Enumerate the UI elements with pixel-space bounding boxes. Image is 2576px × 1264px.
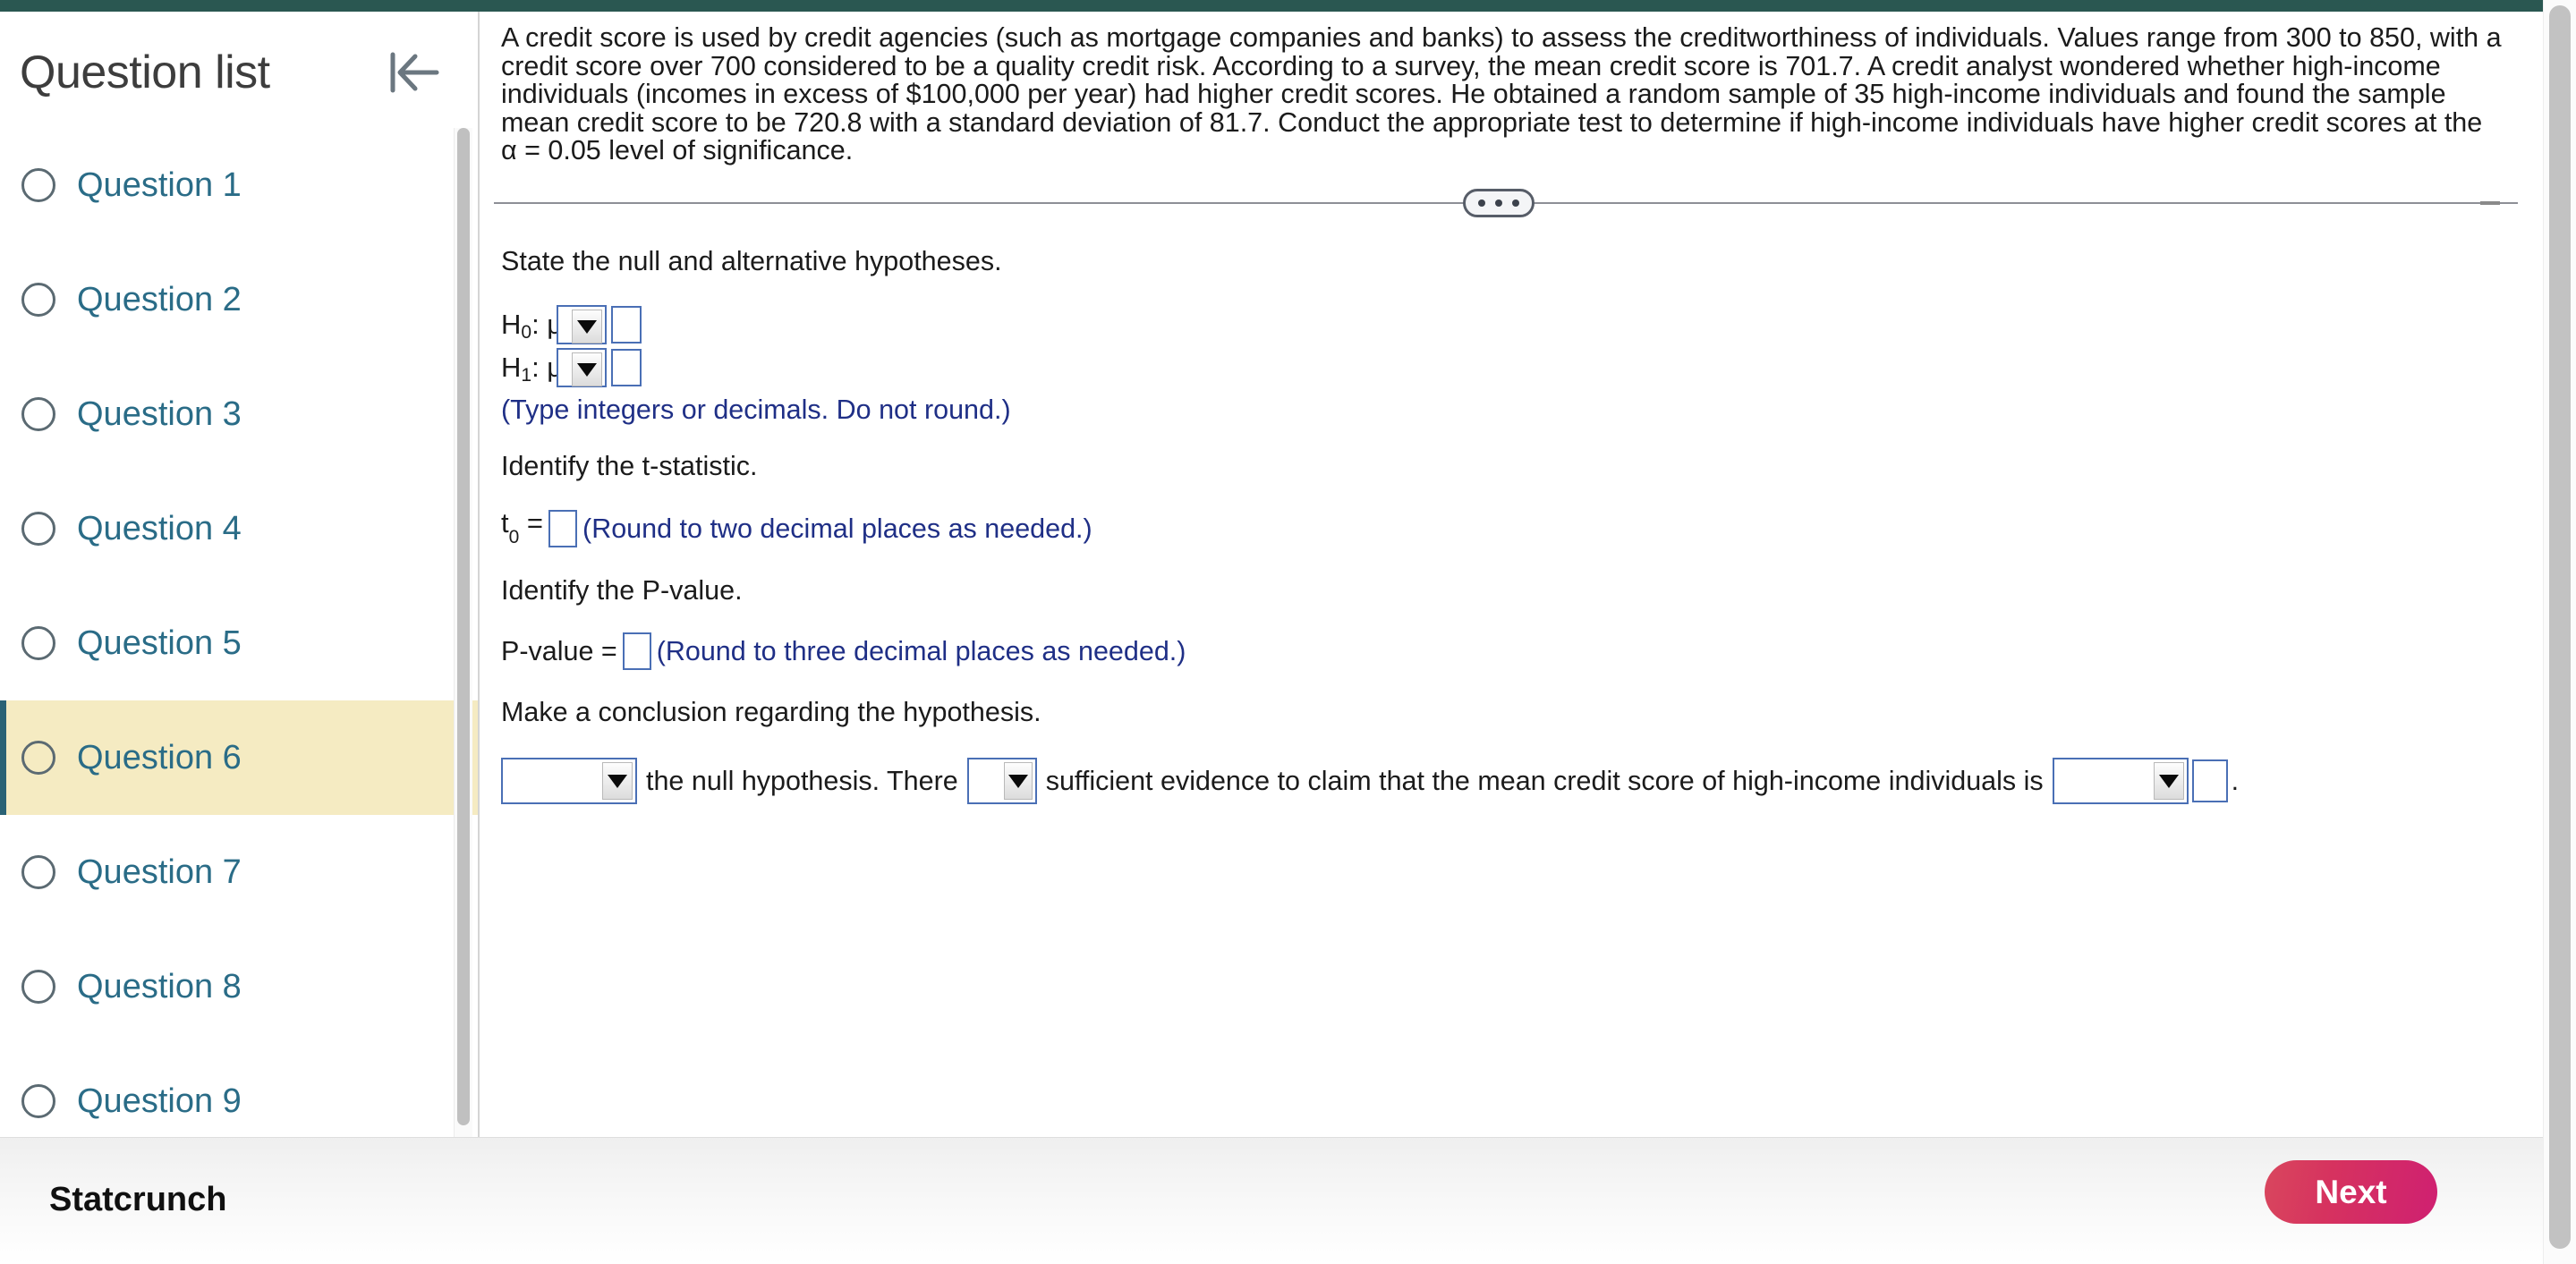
sidebar-item-question-5[interactable]: Question 5 bbox=[0, 586, 478, 700]
question-radio[interactable] bbox=[21, 1084, 55, 1118]
sidebar-item-label: Question 9 bbox=[77, 1082, 242, 1120]
t-statistic-input[interactable] bbox=[548, 509, 578, 547]
question-radio[interactable] bbox=[21, 855, 55, 889]
chevron-down-icon[interactable] bbox=[572, 310, 602, 344]
sidebar-item-label: Question 1 bbox=[77, 165, 242, 204]
handle-dot bbox=[1512, 199, 1519, 207]
hypothesis-inputs-block: H0: μ H1: μ bbox=[501, 303, 2514, 389]
sidebar-item-question-4[interactable]: Question 4 bbox=[0, 471, 478, 586]
conclusion-decision-select[interactable] bbox=[501, 758, 637, 805]
sidebar-item-label: Question 5 bbox=[77, 624, 242, 662]
sidebar-item-question-9[interactable]: Question 9 bbox=[0, 1044, 478, 1137]
h0-operator-select[interactable] bbox=[557, 305, 607, 344]
sidebar-item-label: Question 4 bbox=[77, 509, 242, 547]
collapse-left-icon[interactable] bbox=[385, 46, 444, 99]
page-title: Question list bbox=[20, 47, 270, 98]
t-statistic-note: (Round to two decimal places as needed.) bbox=[582, 513, 1092, 544]
sidebar-header: Question list bbox=[0, 12, 478, 128]
question-list-sidebar: Question list Question 1 Question 2 Ques… bbox=[0, 12, 480, 1137]
t-statistic-row: t0 = (Round to two decimal places as nee… bbox=[501, 508, 2514, 548]
conclusion-evidence-select[interactable] bbox=[966, 758, 1037, 805]
next-button[interactable]: Next bbox=[2265, 1160, 2437, 1224]
sidebar-item-label: Question 7 bbox=[77, 853, 242, 891]
content-scroll-marker bbox=[2480, 201, 2500, 205]
p-value-input[interactable] bbox=[622, 632, 651, 671]
t-statistic-label: t0 = bbox=[501, 507, 544, 548]
question-radio[interactable] bbox=[21, 741, 55, 775]
question-content-panel: A credit score is used by credit agencie… bbox=[481, 12, 2539, 1137]
page-scrollbar[interactable] bbox=[2543, 0, 2576, 1264]
question-radio[interactable] bbox=[21, 168, 55, 202]
question-list-scroll-area[interactable]: Question 1 Question 2 Question 3 Questio… bbox=[0, 128, 478, 1137]
h1-value-input[interactable] bbox=[611, 349, 642, 386]
sidebar-item-question-2[interactable]: Question 2 bbox=[0, 242, 478, 357]
bottom-toolbar: Statcrunch Next bbox=[0, 1137, 2576, 1264]
hypothesis-row-h0: H0: μ bbox=[501, 303, 2514, 346]
prompt-p-value: Identify the P-value. bbox=[501, 575, 743, 607]
prompt-t-statistic: Identify the t-statistic. bbox=[501, 451, 758, 481]
handle-dot bbox=[1495, 199, 1502, 207]
top-accent-bar bbox=[0, 0, 2576, 12]
statcrunch-label[interactable]: Statcrunch bbox=[49, 1181, 226, 1219]
question-radio[interactable] bbox=[21, 512, 55, 546]
app-frame: Question list Question 1 Question 2 Ques… bbox=[0, 12, 2576, 1137]
sidebar-item-question-8[interactable]: Question 8 bbox=[0, 929, 478, 1044]
answer-work-area: State the null and alternative hypothese… bbox=[501, 246, 2514, 805]
question-radio[interactable] bbox=[21, 970, 55, 1004]
hypotheses-note: (Type integers or decimals. Do not round… bbox=[501, 394, 1011, 425]
conclusion-text-1: the null hypothesis. There bbox=[646, 765, 958, 796]
conclusion-text-2: sufficient evidence to claim that the me… bbox=[1045, 765, 2044, 796]
drag-handle-dots-icon[interactable] bbox=[1463, 189, 1535, 217]
h0-value-input[interactable] bbox=[611, 306, 642, 344]
h1-operator-select[interactable] bbox=[557, 348, 607, 387]
conclusion-value-input[interactable] bbox=[2191, 759, 2228, 803]
question-radio[interactable] bbox=[21, 626, 55, 660]
chevron-down-icon[interactable] bbox=[2153, 762, 2184, 801]
chevron-down-icon[interactable] bbox=[602, 762, 633, 801]
sidebar-item-question-7[interactable]: Question 7 bbox=[0, 815, 478, 929]
conclusion-row: the null hypothesis. There sufficient ev… bbox=[501, 758, 2514, 805]
hypothesis-row-h1: H1: μ bbox=[501, 346, 2514, 389]
prompt-conclusion: Make a conclusion regarding the hypothes… bbox=[501, 697, 1041, 728]
p-value-row: P-value = (Round to three decimal places… bbox=[501, 632, 2514, 671]
sidebar-item-label: Question 2 bbox=[77, 280, 242, 318]
handle-dot bbox=[1478, 199, 1485, 207]
sidebar-item-label: Question 8 bbox=[77, 967, 242, 1005]
question-radio[interactable] bbox=[21, 397, 55, 431]
sidebar-item-label: Question 6 bbox=[77, 738, 242, 776]
sidebar-scrollbar[interactable] bbox=[454, 128, 472, 1137]
conclusion-comparison-select[interactable] bbox=[2052, 758, 2189, 805]
conclusion-period: . bbox=[2231, 765, 2240, 796]
sidebar-item-question-3[interactable]: Question 3 bbox=[0, 357, 478, 471]
question-radio[interactable] bbox=[21, 283, 55, 317]
page-scrollbar-thumb[interactable] bbox=[2549, 5, 2571, 1249]
p-value-note: (Round to three decimal places as needed… bbox=[656, 636, 1186, 667]
sidebar-item-label: Question 3 bbox=[77, 394, 242, 433]
sidebar-scrollbar-thumb[interactable] bbox=[457, 128, 470, 1125]
panel-divider bbox=[494, 187, 2518, 219]
problem-statement-text: A credit score is used by credit agencie… bbox=[501, 22, 2502, 165]
p-value-label: P-value = bbox=[501, 636, 617, 667]
h1-label: H1: μ bbox=[501, 352, 564, 386]
sidebar-item-question-6[interactable]: Question 6 bbox=[0, 700, 478, 815]
sidebar-item-question-1[interactable]: Question 1 bbox=[0, 128, 478, 242]
prompt-hypotheses: State the null and alternative hypothese… bbox=[501, 246, 1002, 276]
chevron-down-icon[interactable] bbox=[572, 352, 602, 386]
chevron-down-icon[interactable] bbox=[1003, 762, 1033, 801]
h0-label: H0: μ bbox=[501, 309, 564, 343]
